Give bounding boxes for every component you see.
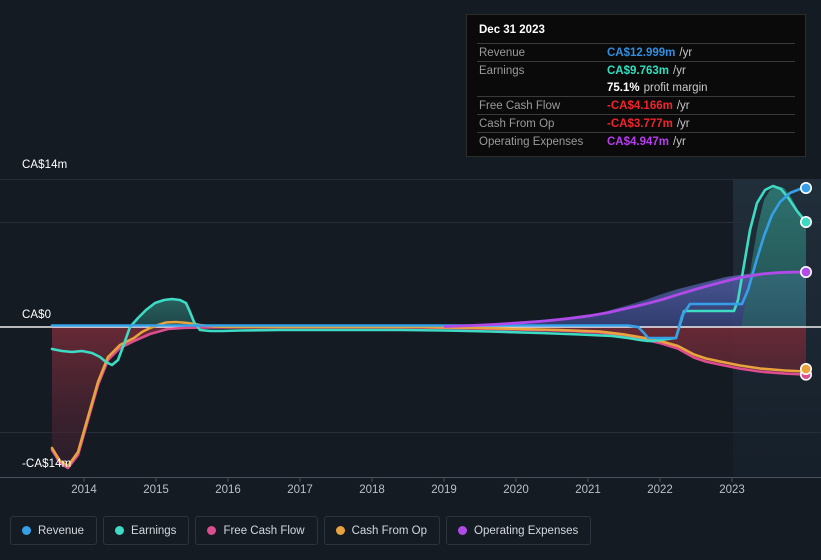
legend-item-revenue[interactable]: Revenue bbox=[10, 516, 98, 545]
endpoint-marker-cash-from-op bbox=[799, 362, 812, 375]
tooltip-date-title: Dec 31 2023 bbox=[479, 24, 545, 36]
tooltip-row-operating-expenses: Operating Expenses CA$4.947m /yr bbox=[477, 132, 795, 150]
legend-dot-operating-expenses-icon bbox=[458, 526, 468, 535]
tooltip-value-revenue: CA$12.999m bbox=[607, 46, 676, 59]
tooltip-unit-profit-margin: profit margin bbox=[643, 81, 708, 94]
tooltip-unit-revenue: /yr bbox=[679, 46, 693, 59]
legend-dot-earnings-icon bbox=[115, 526, 125, 535]
tooltip-key-revenue: Revenue bbox=[479, 46, 526, 59]
legend-dot-free-cash-flow-icon bbox=[207, 526, 217, 535]
tooltip-unit-earnings: /yr bbox=[673, 64, 686, 77]
legend-label-operating-expenses: Operating Expenses bbox=[474, 524, 579, 537]
legend-item-earnings[interactable]: Earnings bbox=[103, 516, 190, 545]
tooltip-row-free-cash-flow: Free Cash Flow -CA$4.166m /yr bbox=[477, 96, 795, 114]
endpoint-marker-earnings bbox=[799, 216, 812, 229]
legend-label-earnings: Earnings bbox=[131, 524, 177, 537]
tooltip-key-free-cash-flow: Free Cash Flow bbox=[479, 99, 561, 112]
legend-dot-revenue-icon bbox=[22, 526, 31, 535]
tooltip-key-cash-from-op: Cash From Op bbox=[479, 117, 555, 130]
negative-area-fill bbox=[52, 327, 806, 468]
legend-item-free-cash-flow[interactable]: Free Cash Flow bbox=[195, 516, 318, 545]
legend-label-free-cash-flow: Free Cash Flow bbox=[223, 524, 305, 537]
legend-item-cash-from-op[interactable]: Cash From Op bbox=[323, 516, 441, 545]
tooltip-value-free-cash-flow: -CA$4.166m bbox=[607, 99, 673, 112]
legend-label-revenue: Revenue bbox=[38, 524, 85, 537]
tooltip-value-operating-expenses: CA$4.947m bbox=[607, 135, 670, 148]
legend-item-operating-expenses[interactable]: Operating Expenses bbox=[446, 516, 592, 545]
chart-page: CA$14m CA$0 -CA$14m 2014 2015 2016 2017 … bbox=[0, 0, 821, 560]
tooltip-key-operating-expenses: Operating Expenses bbox=[479, 135, 584, 148]
tooltip-row-profit-margin: 75.1% profit margin bbox=[477, 79, 795, 96]
tooltip-unit-operating-expenses: /yr bbox=[673, 135, 686, 148]
tooltip-row-cash-from-op: Cash From Op -CA$3.777m /yr bbox=[477, 114, 795, 132]
tooltip-value-earnings: CA$9.763m bbox=[607, 64, 670, 77]
tooltip-value-profit-margin: 75.1% bbox=[607, 81, 640, 94]
tooltip-key-earnings: Earnings bbox=[479, 64, 525, 77]
tooltip-value-cash-from-op: -CA$3.777m bbox=[607, 117, 673, 130]
tooltip-row-earnings: Earnings CA$9.763m /yr bbox=[477, 61, 795, 79]
legend-dot-cash-from-op-icon bbox=[335, 526, 345, 535]
endpoint-marker-revenue bbox=[799, 182, 812, 195]
tooltip-unit-cash-from-op: /yr bbox=[676, 117, 690, 130]
legend-label-cash-from-op: Cash From Op bbox=[351, 524, 428, 537]
chart-legend: Revenue Earnings Free Cash Flow Cash Fro… bbox=[10, 516, 592, 545]
endpoint-marker-operating-expenses bbox=[799, 265, 812, 278]
tooltip-row-revenue: Revenue CA$12.999m /yr bbox=[477, 43, 795, 61]
chart-tooltip: Dec 31 2023 Revenue CA$12.999m /yr Earni… bbox=[466, 14, 806, 157]
tooltip-unit-free-cash-flow: /yr bbox=[676, 99, 690, 112]
